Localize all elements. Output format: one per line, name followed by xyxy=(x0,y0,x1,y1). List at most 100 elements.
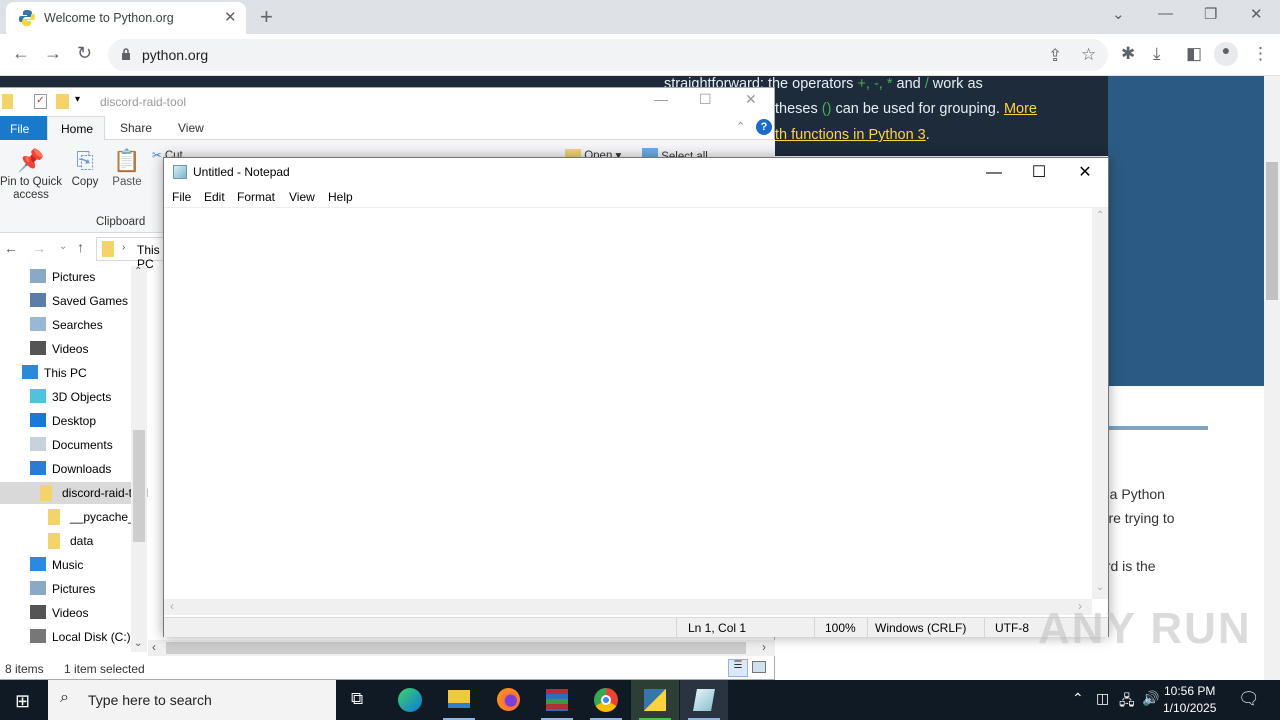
download-icon[interactable]: ⤓ xyxy=(1153,44,1161,64)
side-panel-icon[interactable]: ◧ xyxy=(1186,44,1202,64)
tree-item[interactable]: 3D Objects xyxy=(0,386,131,408)
collapse-ribbon-icon[interactable]: ⌃ xyxy=(736,120,745,133)
scroll-left-icon[interactable]: ‹ xyxy=(152,640,156,654)
tree-item[interactable]: Pictures xyxy=(0,266,131,288)
notepad-text-area[interactable] xyxy=(164,208,1092,599)
tree-item[interactable]: Documents xyxy=(0,434,131,456)
scroll-down-icon[interactable]: ⌄ xyxy=(134,638,142,649)
tree-item[interactable]: Music xyxy=(0,554,131,576)
tree-item[interactable]: This PC xyxy=(0,362,131,384)
notifications-icon[interactable]: 🗨 xyxy=(1238,689,1260,709)
scrollbar-thumb[interactable] xyxy=(166,642,746,654)
large-icons-view-icon[interactable] xyxy=(752,661,766,673)
task-view-button[interactable]: ⧉ xyxy=(336,680,384,720)
back-icon[interactable]: ← xyxy=(12,43,30,64)
menu-format[interactable]: Format xyxy=(237,190,275,204)
minimize-icon[interactable]: — xyxy=(654,91,668,107)
new-tab-button[interactable]: + xyxy=(260,4,273,30)
pin-to-quick-access-button[interactable]: 📌 Pin to Quick access xyxy=(0,148,62,202)
paste-button[interactable]: 📋 Paste xyxy=(110,148,144,188)
notepad-horizontal-scrollbar[interactable]: ‹ › xyxy=(164,599,1092,615)
scroll-up-icon[interactable]: ⌃ xyxy=(1096,210,1104,221)
menu-file[interactable]: File xyxy=(172,190,191,204)
volume-icon[interactable]: 🔊 xyxy=(1142,690,1159,707)
restore-icon[interactable]: ❐ xyxy=(1204,5,1217,23)
scroll-left-icon[interactable]: ‹ xyxy=(170,599,174,613)
scroll-down-icon[interactable]: ⌄ xyxy=(1096,582,1104,593)
tree-item[interactable]: discord-raid-tool xyxy=(0,482,148,504)
more-link[interactable]: More xyxy=(1004,101,1037,117)
taskbar-python-installer[interactable] xyxy=(631,680,679,720)
taskbar-winrar[interactable] xyxy=(533,680,581,720)
menu-kebab-icon[interactable]: ⋮ xyxy=(1252,44,1269,64)
reload-icon[interactable]: ↻ xyxy=(77,43,92,64)
address-bar[interactable]: python.org ⇪ ☆ xyxy=(108,39,1108,71)
scroll-up-icon[interactable]: ⌃ xyxy=(134,266,142,277)
taskbar-search-box[interactable]: ⌕ Type here to search xyxy=(48,680,336,720)
maximize-button[interactable]: ☐ xyxy=(1016,160,1062,186)
tree-item[interactable]: Saved Games xyxy=(0,290,131,312)
close-icon[interactable]: ✕ xyxy=(745,91,757,108)
up-icon[interactable]: ↑ xyxy=(77,239,84,255)
math-functions-link[interactable]: th functions in Python 3 xyxy=(775,127,926,143)
tab-view[interactable]: View xyxy=(178,121,204,135)
maximize-icon[interactable]: ☐ xyxy=(699,91,712,108)
system-clock[interactable]: 10:56 PM 1/10/2025 xyxy=(1163,683,1216,717)
menu-view[interactable]: View xyxy=(289,190,315,204)
network-icon[interactable]: 🖧 xyxy=(1119,690,1135,714)
recent-locations-icon[interactable]: ⌄ xyxy=(59,241,67,252)
taskbar-chrome[interactable] xyxy=(582,680,630,720)
scrollbar-thumb[interactable] xyxy=(1266,162,1278,300)
this-pc-icon xyxy=(22,365,38,379)
notepad-vertical-scrollbar[interactable]: ⌃ ⌄ xyxy=(1092,208,1108,599)
menu-edit[interactable]: Edit xyxy=(204,190,225,204)
copy-button[interactable]: ⎘ Copy xyxy=(68,148,102,188)
tab-file[interactable]: File xyxy=(0,116,47,140)
minimize-button[interactable]: — xyxy=(971,160,1017,186)
bookmark-star-icon[interactable]: ☆ xyxy=(1081,45,1096,65)
tree-item[interactable]: Downloads xyxy=(0,458,131,480)
navigation-scrollbar[interactable]: ⌃ ⌄ xyxy=(131,266,147,652)
tab-home[interactable]: Home xyxy=(47,116,105,141)
minimize-icon[interactable]: — xyxy=(1158,5,1173,22)
scrollbar-thumb[interactable] xyxy=(133,430,145,542)
new-folder-icon[interactable] xyxy=(56,94,69,109)
tree-item[interactable]: Pictures xyxy=(0,578,131,600)
horizontal-scrollbar[interactable]: ‹ › xyxy=(148,640,775,656)
tree-item[interactable]: Local Disk (C:) xyxy=(0,626,131,648)
help-icon[interactable]: ? xyxy=(756,119,772,135)
tree-item[interactable]: Videos xyxy=(0,338,131,360)
forward-icon[interactable]: → xyxy=(44,43,62,64)
tree-item[interactable]: Searches xyxy=(0,314,131,336)
menu-help[interactable]: Help xyxy=(328,190,353,204)
share-icon[interactable]: ⇪ xyxy=(1048,46,1062,66)
camera-icon[interactable]: ◫ xyxy=(1096,690,1109,707)
show-hidden-icons[interactable]: ⌃ xyxy=(1072,690,1084,707)
forward-icon[interactable]: → xyxy=(32,240,46,256)
quick-access-dropdown-icon[interactable]: ▾ xyxy=(75,94,80,105)
scroll-right-icon[interactable]: › xyxy=(762,640,766,654)
back-icon[interactable]: ← xyxy=(4,240,18,256)
taskbar-file-explorer[interactable] xyxy=(435,680,483,720)
profile-avatar-icon[interactable]: ● xyxy=(1214,42,1238,66)
taskbar-notepad[interactable] xyxy=(680,680,728,720)
tab-share[interactable]: Share xyxy=(120,121,152,135)
windows-start-icon[interactable]: ⊞ xyxy=(15,691,30,712)
extensions-icon[interactable]: ✱ xyxy=(1121,44,1135,64)
tree-item[interactable]: Desktop xyxy=(0,410,131,432)
tab-search-icon[interactable]: ⌄ xyxy=(1112,5,1125,23)
details-view-icon[interactable]: ☰ xyxy=(728,659,748,677)
page-scrollbar[interactable] xyxy=(1264,76,1280,680)
address-path[interactable]: › This PC xyxy=(96,237,166,271)
taskbar-firefox[interactable] xyxy=(484,680,532,720)
close-window-icon[interactable]: ✕ xyxy=(1250,5,1263,23)
scissors-icon: ✂ xyxy=(152,150,162,162)
tree-item[interactable]: Videos xyxy=(0,602,131,624)
tree-item[interactable]: __pycache__ xyxy=(0,506,141,528)
close-tab-icon[interactable]: ✕ xyxy=(224,8,237,26)
close-button[interactable]: ✕ xyxy=(1062,160,1108,186)
tree-item[interactable]: data xyxy=(0,530,131,552)
taskbar-edge[interactable] xyxy=(386,680,434,720)
browser-tab[interactable]: Welcome to Python.org ✕ xyxy=(6,2,246,34)
properties-icon[interactable]: ✓ xyxy=(34,94,47,109)
